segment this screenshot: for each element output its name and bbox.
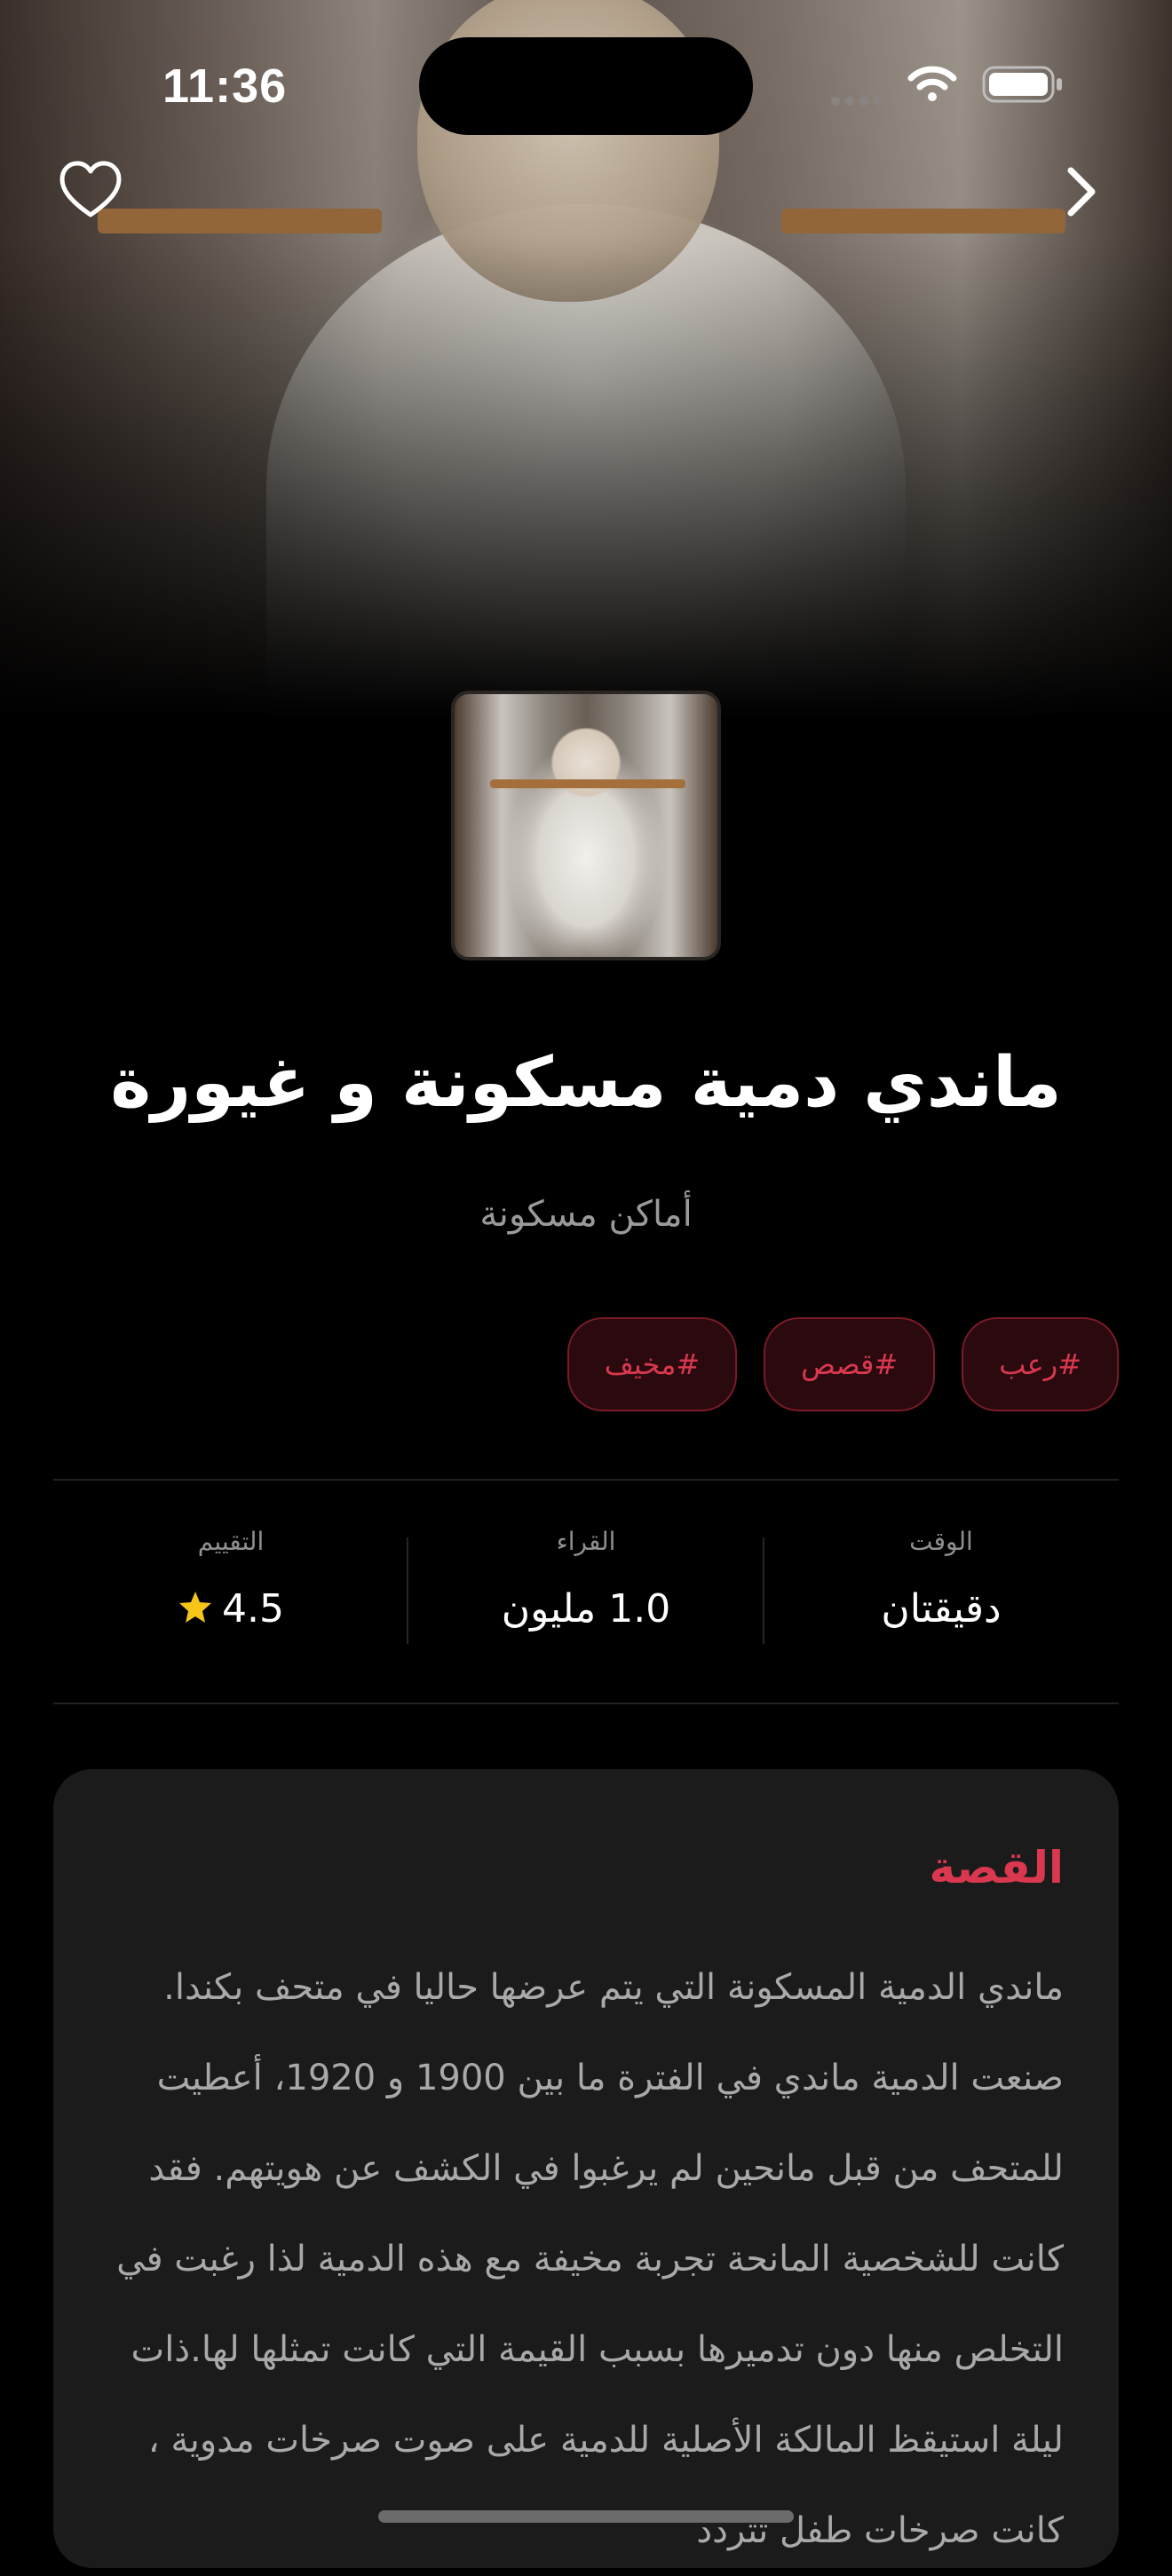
stat-readers-label: القراء [556,1527,616,1556]
wifi-icon [907,66,957,101]
story-title: ماندي دمية مسكونة و غيورة [110,1043,1062,1123]
home-indicator[interactable] [378,2510,794,2523]
story-thumbnail [451,691,721,960]
chevron-right-icon[interactable] [1057,163,1106,220]
tag-scary[interactable]: #مخيف [566,1317,738,1411]
dynamic-island [419,37,753,135]
tag-horror[interactable]: #رعب [962,1317,1119,1411]
stat-rating-label: التقييم [197,1527,265,1556]
divider-top [53,1479,1119,1481]
tag-list: #رعب #قصص #مخيف [566,1317,1119,1411]
tag-stories[interactable]: #قصص [764,1317,936,1411]
stat-time-label: الوقت [909,1527,973,1556]
story-card-title: القصة [929,1842,1065,1893]
stat-rating-value-row: 4.5 [53,1586,408,1632]
story-category: أماكن مسكونة [479,1194,693,1235]
status-time: 11:36 [162,59,288,113]
story-card: القصة ماندي الدمية المسكونة التي يتم عرض… [53,1769,1119,2568]
star-icon [179,1592,211,1623]
stat-rating: التقييم 4.5 [53,1527,408,1632]
stat-rating-value: 4.5 [222,1586,284,1632]
stat-readers-value: 1.0 مليون [501,1586,671,1632]
stat-time: الوقت دقيقتان [764,1527,1119,1632]
stat-readers: القراء 1.0 مليون [408,1527,764,1632]
stat-time-value: دقيقتان [881,1586,1002,1632]
thumbnail-crib-rail [490,779,685,788]
heart-icon[interactable] [59,160,123,220]
divider-bottom [53,1703,1119,1704]
cellular-icon [831,92,891,106]
story-body-text: ماندي الدمية المسكونة التي يتم عرضها حال… [116,1967,1064,2551]
battery-icon [982,66,1062,103]
